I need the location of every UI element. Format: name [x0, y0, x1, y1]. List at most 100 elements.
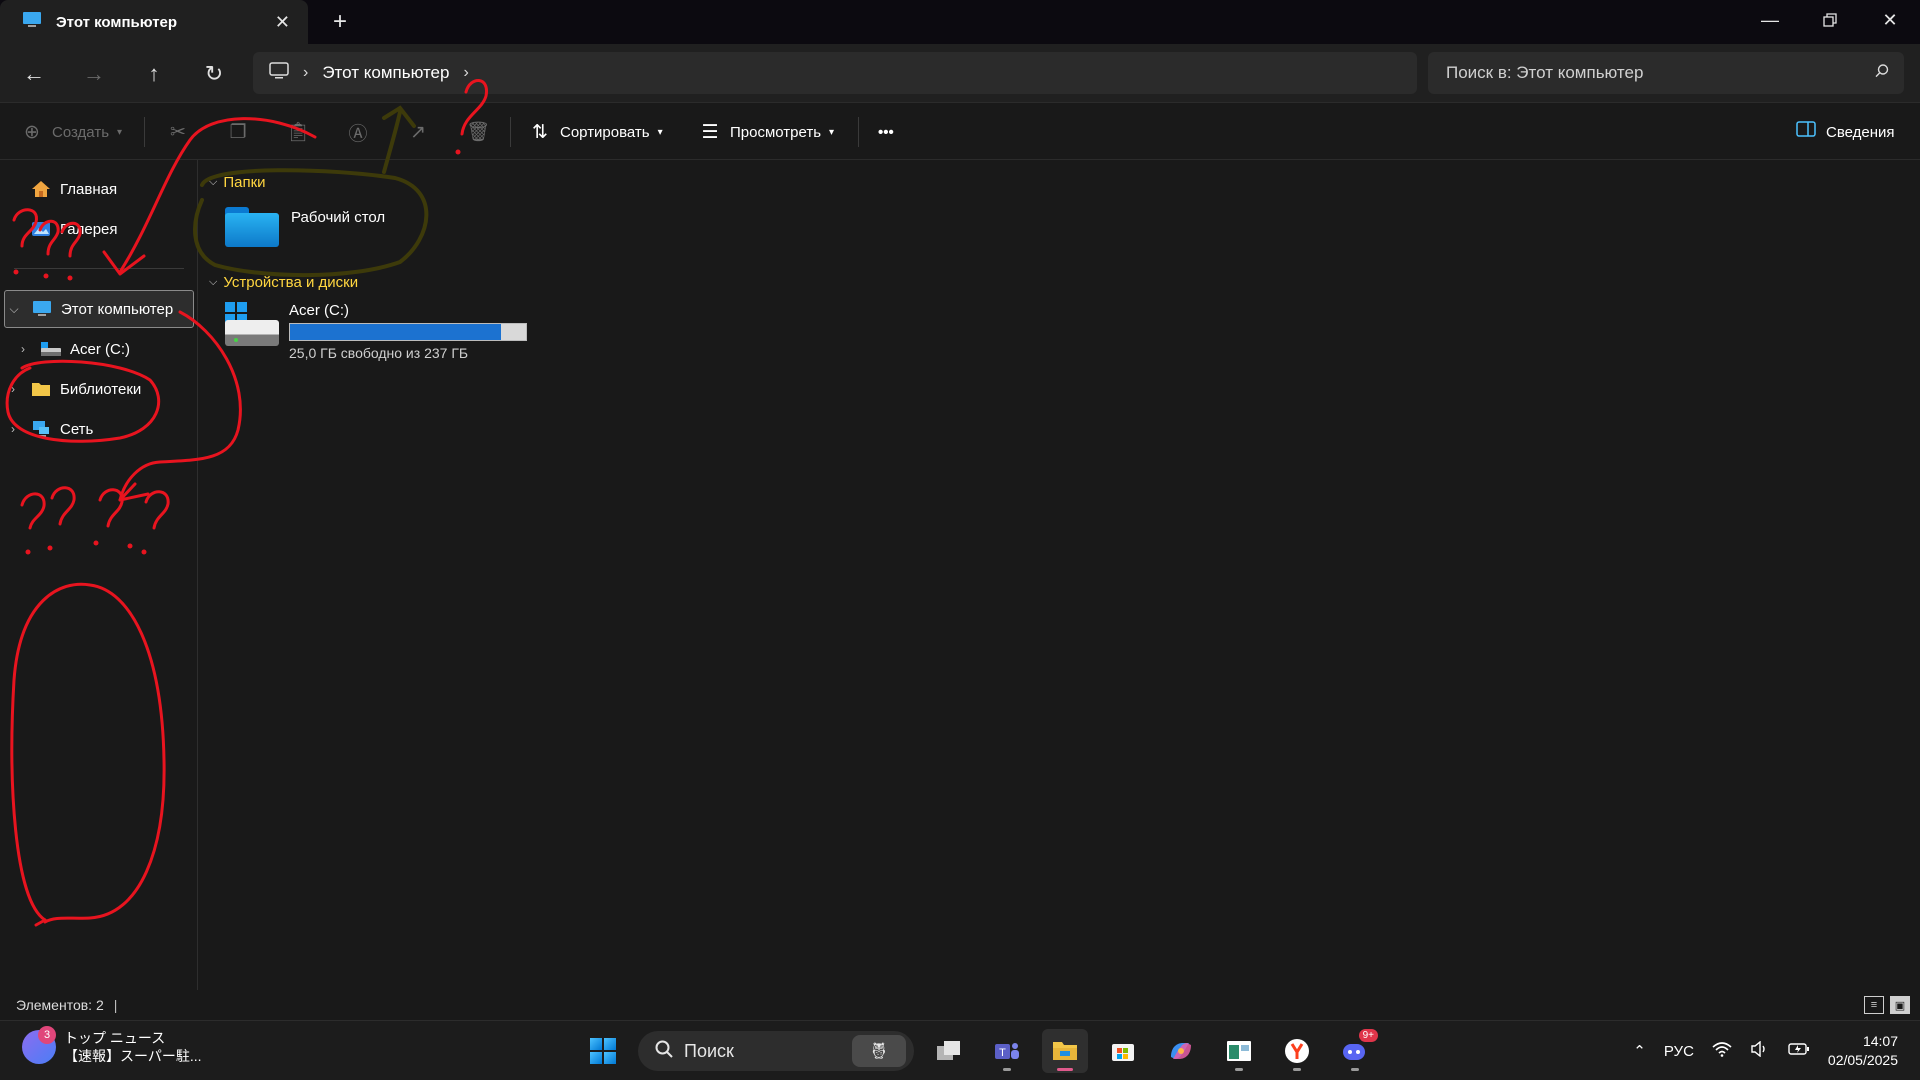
- chevron-right-icon[interactable]: ›: [4, 382, 22, 396]
- forward-icon[interactable]: →: [74, 54, 114, 94]
- navigation-pane: Главная Галерея ⌵ Этот компьютер › Acer …: [0, 160, 198, 990]
- start-button[interactable]: [580, 1029, 626, 1073]
- group-header-label: Папки: [223, 174, 266, 191]
- sidebar-item-acer-c[interactable]: › Acer (C:): [14, 330, 204, 368]
- search-input[interactable]: [1446, 63, 1874, 83]
- teams-icon: T: [995, 1043, 1019, 1059]
- group-header-folders[interactable]: ⌵ Папки: [209, 174, 266, 191]
- drive-icon: [225, 302, 279, 348]
- sidebar-item-home[interactable]: Главная: [4, 170, 194, 208]
- details-pane-icon: [1794, 121, 1818, 143]
- new-tab-button[interactable]: +: [308, 0, 372, 44]
- discord-badge: 9+: [1358, 1029, 1378, 1042]
- group-header-drives[interactable]: ⌵ Устройства и диски: [209, 274, 358, 291]
- create-button[interactable]: ⊕ Создать ▾: [20, 115, 122, 149]
- yandex-browser-button[interactable]: [1274, 1029, 1320, 1073]
- app-window-icon: [1227, 1041, 1251, 1061]
- drive-name: Acer (C:): [289, 302, 349, 319]
- chevron-down-icon: ⌵: [209, 176, 218, 188]
- chevron-right-icon[interactable]: ›: [463, 64, 468, 82]
- share-icon: ↗: [410, 121, 426, 143]
- view-list-icon: ☰: [701, 121, 719, 143]
- up-icon[interactable]: ↑: [134, 54, 174, 94]
- chevron-down-icon[interactable]: ⌵: [5, 302, 23, 317]
- file-explorer-icon: [1053, 1042, 1077, 1060]
- copilot-button[interactable]: [1158, 1029, 1204, 1073]
- details-view-icon[interactable]: ≡: [1864, 996, 1884, 1014]
- breadcrumb[interactable]: Этот компьютер: [322, 63, 449, 83]
- rename-icon: Ⓐ: [348, 123, 368, 145]
- news-badge: 3: [38, 1026, 56, 1044]
- chevron-down-icon: ▾: [657, 126, 663, 138]
- chevron-right-icon[interactable]: ›: [4, 422, 22, 436]
- clock[interactable]: 14:07 02/05/2025: [1828, 1032, 1898, 1070]
- close-window-icon[interactable]: ✕: [1860, 0, 1920, 40]
- sort-button[interactable]: ⇅ Сортировать ▾: [528, 115, 663, 149]
- widgets-icon: 3: [22, 1026, 56, 1064]
- chevron-up-icon[interactable]: ⌃: [1633, 1042, 1646, 1060]
- divider: [14, 268, 184, 269]
- explorer-tab[interactable]: Этот компьютер ✕: [0, 0, 308, 44]
- paste-button[interactable]: 📋︎: [286, 115, 310, 149]
- chevron-right-icon[interactable]: ›: [303, 64, 308, 82]
- language-indicator[interactable]: РУС: [1664, 1043, 1694, 1060]
- app-window-button[interactable]: [1216, 1029, 1262, 1073]
- task-view-button[interactable]: [926, 1029, 972, 1073]
- tiles-view-icon[interactable]: ▣: [1890, 996, 1910, 1014]
- store-icon: [1112, 1044, 1134, 1061]
- discord-button[interactable]: 9+: [1332, 1029, 1378, 1073]
- back-icon[interactable]: ←: [14, 54, 54, 94]
- windows-logo-icon: [590, 1038, 616, 1064]
- taskbar-search-label: Поиск: [684, 1040, 734, 1061]
- drive-icon: [40, 339, 62, 359]
- view-label: Просмотреть: [730, 123, 822, 141]
- more-options-icon[interactable]: •••: [878, 115, 894, 149]
- cut-button[interactable]: ✂: [166, 115, 190, 149]
- chevron-right-icon[interactable]: ›: [14, 342, 32, 356]
- sidebar-item-libraries[interactable]: › Библиотеки: [4, 370, 194, 408]
- clipboard-icon: 📋︎: [286, 122, 311, 143]
- search-icon: [654, 1039, 674, 1064]
- chevron-down-icon: ▾: [829, 126, 835, 138]
- close-tab-icon[interactable]: ✕: [275, 12, 290, 33]
- clock-date: 02/05/2025: [1827, 1052, 1898, 1068]
- svg-text:T: T: [999, 1047, 1006, 1059]
- taskbar: 3 トップ ニュース 【速報】スーパー駐... Поиск 🦉︎ T 9+ ⌃ …: [0, 1020, 1920, 1080]
- restore-icon[interactable]: [1800, 0, 1860, 40]
- volume-icon[interactable]: [1750, 1040, 1770, 1061]
- folder-icon: [225, 205, 279, 247]
- sort-label: Сортировать: [560, 123, 650, 141]
- sidebar-item-gallery[interactable]: Галерея: [4, 210, 194, 248]
- delete-button[interactable]: 🗑︎: [466, 115, 490, 149]
- sidebar-item-label: Библиотеки: [60, 380, 142, 398]
- chevron-down-icon: ▾: [117, 126, 123, 138]
- computer-icon: [22, 11, 42, 33]
- sidebar-item-network[interactable]: › Сеть: [4, 410, 194, 448]
- search-highlight-icon: 🦉︎: [852, 1035, 906, 1067]
- sidebar-item-this-pc[interactable]: ⌵ Этот компьютер: [4, 290, 194, 328]
- divider: [858, 117, 859, 147]
- taskbar-search[interactable]: Поиск 🦉︎: [638, 1031, 914, 1071]
- view-button[interactable]: ☰ Просмотреть ▾: [698, 115, 834, 149]
- home-icon: [30, 179, 52, 199]
- yandex-icon: [1285, 1039, 1309, 1063]
- wifi-icon[interactable]: [1712, 1041, 1732, 1061]
- file-explorer-button[interactable]: [1042, 1029, 1088, 1073]
- group-header-label: Устройства и диски: [223, 274, 359, 291]
- address-box[interactable]: › Этот компьютер ›: [253, 52, 1417, 94]
- teams-button[interactable]: T: [984, 1029, 1030, 1073]
- details-button[interactable]: Сведения: [1794, 115, 1895, 149]
- battery-icon[interactable]: [1788, 1042, 1810, 1060]
- search-icon[interactable]: [1874, 63, 1890, 83]
- news-widget[interactable]: 3 トップ ニュース 【速報】スーパー駐...: [22, 1026, 202, 1065]
- minimize-icon[interactable]: —: [1740, 0, 1800, 40]
- scissors-icon: ✂: [170, 121, 186, 143]
- store-button[interactable]: [1100, 1029, 1146, 1073]
- rename-button[interactable]: Ⓐ: [346, 115, 370, 149]
- search-box[interactable]: [1428, 52, 1904, 94]
- copy-button[interactable]: ❐: [226, 115, 250, 149]
- share-button[interactable]: ↗: [406, 115, 430, 149]
- drive-item[interactable]: Acer (C:) 25,0 ГБ свободно из 237 ГБ: [225, 302, 527, 361]
- refresh-icon[interactable]: ↻: [194, 54, 234, 94]
- folder-item[interactable]: Рабочий стол: [225, 205, 385, 247]
